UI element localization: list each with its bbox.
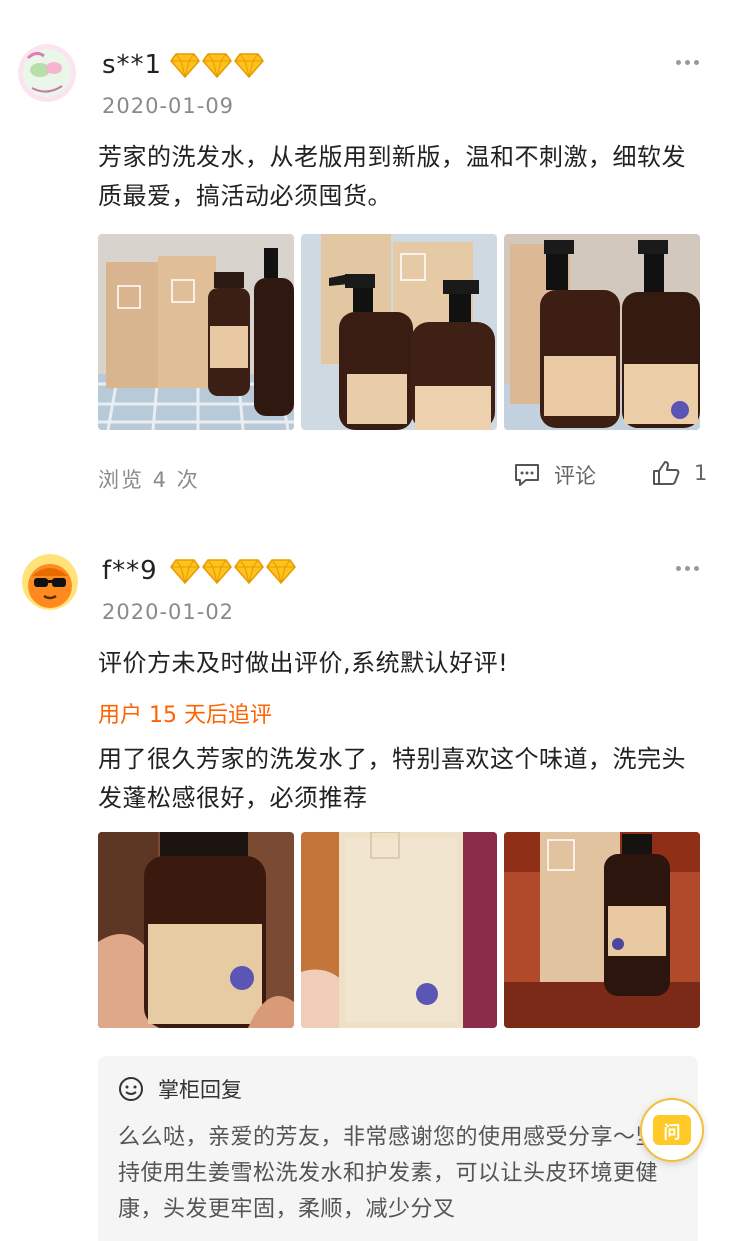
photo-grid <box>98 234 700 430</box>
level-diamonds <box>170 52 264 78</box>
review-photo[interactable] <box>504 234 700 430</box>
followup-label: 用户 15 天后追评 <box>98 703 272 728</box>
more-icon[interactable] <box>676 60 699 65</box>
view-count: 浏览 4 次 <box>98 468 200 492</box>
followup-text: 用了很久芳家的洗发水了，特别喜欢这个味道，洗完头发蓬松感很好，必须推荐 <box>98 745 686 812</box>
diamond-icon <box>234 559 264 584</box>
avatar[interactable] <box>22 554 78 610</box>
diamond-icon <box>170 559 200 584</box>
comment-label: 评论 <box>554 464 596 488</box>
review-text: 评价方未及时做出评价,系统默认好评! <box>98 649 509 677</box>
reply-title: 掌柜回复 <box>158 1078 242 1102</box>
diamond-icon <box>234 53 264 78</box>
review-date: 2020-01-02 <box>102 600 235 624</box>
review-photo[interactable] <box>98 832 294 1028</box>
diamond-icon <box>170 53 200 78</box>
diamond-icon <box>202 53 232 78</box>
review-photo[interactable] <box>98 234 294 430</box>
review-photo[interactable] <box>301 832 497 1028</box>
level-diamonds <box>170 558 296 584</box>
review-photo[interactable] <box>301 234 497 430</box>
like-button[interactable]: 1 <box>652 460 707 486</box>
username: f**9 <box>102 556 158 586</box>
photo-grid <box>98 832 700 1028</box>
review-footer: 浏览 4 次 评论 1 <box>98 458 708 498</box>
avatar[interactable] <box>18 44 76 102</box>
reply-header: 掌柜回复 <box>118 1074 242 1104</box>
diamond-icon <box>202 559 232 584</box>
ask-label: 问 <box>653 1115 691 1145</box>
reply-text: 么么哒，亲爱的芳友，非常感谢您的使用感受分享～坚持使用生姜雪松洗发水和护发素，可… <box>118 1125 659 1222</box>
ask-button[interactable]: 问 <box>640 1098 704 1162</box>
review-photo[interactable] <box>504 832 700 1028</box>
seller-reply: 掌柜回复 么么哒，亲爱的芳友，非常感谢您的使用感受分享～坚持使用生姜雪松洗发水和… <box>98 1056 698 1241</box>
review-date: 2020-01-09 <box>102 94 235 118</box>
smiley-icon <box>119 1077 143 1101</box>
more-icon[interactable] <box>676 566 699 571</box>
comment-icon <box>515 464 539 486</box>
diamond-icon <box>266 559 296 584</box>
thumbs-up-icon <box>653 461 680 485</box>
like-count: 1 <box>694 461 708 485</box>
review-text: 芳家的洗发水，从老版用到新版，温和不刺激，细软发质最爱，搞活动必须囤货。 <box>98 143 686 210</box>
comment-button[interactable]: 评论 <box>514 460 596 490</box>
username: s**1 <box>102 50 163 80</box>
